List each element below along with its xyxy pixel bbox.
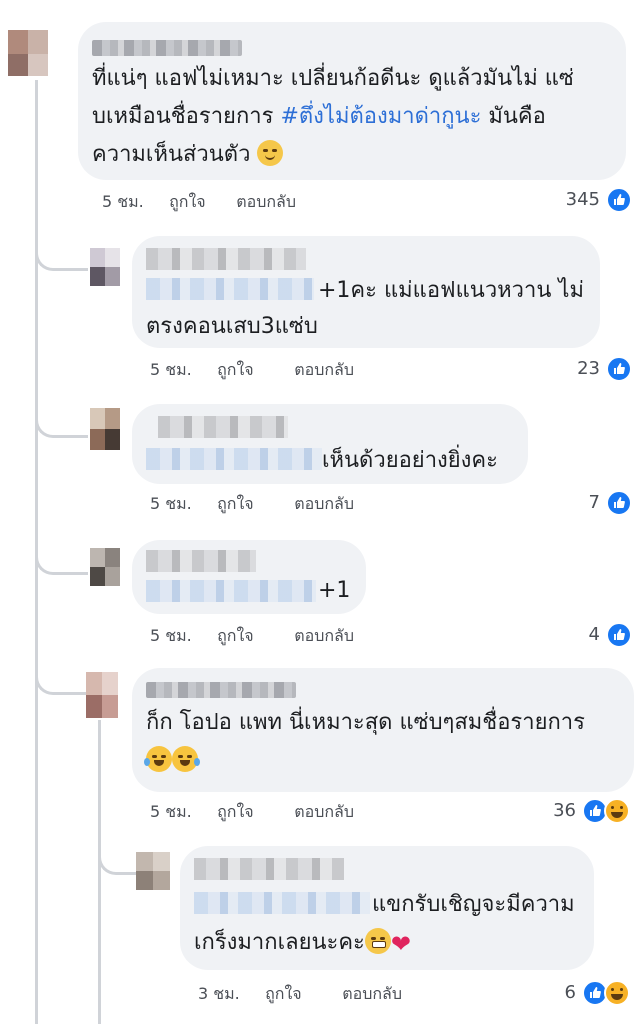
commenter-name[interactable] [194, 858, 344, 880]
commenter-name[interactable] [146, 682, 296, 698]
relieved-face-icon [257, 140, 284, 166]
like-icon [606, 187, 632, 213]
reaction-count[interactable]: 345 [566, 189, 600, 210]
reply-action[interactable]: ตอบกลับ [294, 624, 354, 649]
comment-bubble: แขกรับเชิญจะมีความ เกร็งมากเลยนะคะ ❤ [180, 846, 594, 970]
avatar[interactable] [136, 852, 170, 890]
haha-icon [604, 980, 630, 1006]
comment-text: ที่แน่ๆ แอฟไม่เหมาะ เปลี่ยนก้อดีนะ ดูแล้… [92, 66, 574, 91]
timestamp[interactable]: 5 ชม. [102, 190, 164, 215]
comment-text: ตรงคอนเสบ3แซ่บ [146, 314, 318, 339]
avatar[interactable] [90, 408, 120, 450]
comment-text: แขกรับเชิญจะมีความ [372, 892, 575, 917]
comment-bubble: +1คะ แม่แอฟแนวหวาน ไม่ ตรงคอนเสบ3แซ่บ [132, 236, 600, 348]
commenter-name[interactable] [146, 248, 306, 270]
like-icon [606, 490, 632, 516]
like-action[interactable]: ถูกใจ [265, 982, 337, 1007]
comment-meta: 5 ชม. ถูกใจ ตอบกลับ [150, 358, 354, 383]
like-action[interactable]: ถูกใจ [217, 800, 289, 825]
comment-meta: 5 ชม. ถูกใจ ตอบกลับ [102, 190, 296, 215]
avatar[interactable] [8, 30, 48, 76]
heart-icon: ❤ [390, 930, 411, 958]
comment-thread: ที่แน่ๆ แอฟไม่เหมาะ เปลี่ยนก้อดีนะ ดูแล้… [0, 0, 644, 1024]
reaction-count[interactable]: 4 [589, 624, 600, 645]
commenter-name[interactable] [158, 416, 288, 438]
like-action[interactable]: ถูกใจ [169, 190, 231, 215]
timestamp[interactable]: 5 ชม. [150, 800, 212, 825]
thread-connector-branch [98, 820, 139, 875]
mention-tag[interactable] [146, 448, 322, 470]
like-action[interactable]: ถูกใจ [217, 492, 289, 517]
timestamp[interactable]: 5 ชม. [150, 624, 212, 649]
like-action[interactable]: ถูกใจ [217, 624, 289, 649]
comment-meta: 5 ชม. ถูกใจ ตอบกลับ [150, 624, 354, 649]
reaction-count[interactable]: 7 [589, 492, 600, 513]
comment-text: +1 [318, 578, 351, 603]
comment-bubble: ที่แน่ๆ แอฟไม่เหมาะ เปลี่ยนก้อดีนะ ดูแล้… [78, 22, 626, 180]
hashtag-link[interactable]: #ตึ่งไม่ต้องมาด่ากูนะ [280, 104, 481, 129]
avatar[interactable] [86, 672, 118, 718]
timestamp[interactable]: 5 ชม. [150, 358, 212, 383]
comment-text: ก็ก โอปอ แพท นี่เหมาะสุด แซ่บๆสมชื่อรายก… [146, 710, 585, 735]
comment-meta: 5 ชม. ถูกใจ ตอบกลับ [150, 492, 354, 517]
comment-text: บเหมือนชื่อรายการ #ตึ่งไม่ต้องมาด่ากูนะ … [92, 104, 546, 129]
comment-text: ความเห็นส่วนตัว [92, 136, 284, 174]
commenter-name[interactable] [92, 40, 242, 56]
haha-icon [604, 798, 630, 824]
comment-text: เกร็งมากเลยนะคะ ❤ [194, 924, 411, 963]
reply-action[interactable]: ตอบกลับ [294, 800, 354, 825]
mention-tag[interactable] [194, 892, 370, 914]
thread-connector-branch [35, 210, 88, 271]
comment-meta: 5 ชม. ถูกใจ ตอบกลับ [150, 800, 354, 825]
like-icon [606, 356, 632, 382]
timestamp[interactable]: 5 ชม. [150, 492, 212, 517]
reply-action[interactable]: ตอบกลับ [294, 358, 354, 383]
laughing-tears-icon [172, 746, 200, 772]
thread-connector-branch [35, 380, 88, 438]
like-action[interactable]: ถูกใจ [217, 358, 289, 383]
thread-connector [98, 720, 101, 1024]
reply-action[interactable]: ตอบกลับ [342, 982, 402, 1007]
reaction-count[interactable]: 6 [565, 982, 576, 1003]
reply-action[interactable]: ตอบกลับ [236, 190, 296, 215]
mention-tag[interactable] [146, 278, 314, 300]
comment-meta: 3 ชม. ถูกใจ ตอบกลับ [198, 982, 402, 1007]
commenter-name[interactable] [146, 550, 256, 572]
comment-text [144, 742, 200, 780]
comment-bubble: ก็ก โอปอ แพท นี่เหมาะสุด แซ่บๆสมชื่อรายก… [132, 668, 634, 792]
avatar[interactable] [90, 548, 120, 586]
comment-bubble: เห็นด้วยอย่างยิ่งคะ [132, 404, 528, 484]
reaction-count[interactable]: 36 [553, 800, 576, 821]
comment-text: +1คะ แม่แอฟแนวหวาน ไม่ [318, 278, 584, 303]
thread-connector-branch [35, 520, 88, 575]
timestamp[interactable]: 3 ชม. [198, 982, 260, 1007]
thread-connector-branch [35, 650, 88, 695]
mention-tag[interactable] [146, 580, 316, 602]
comment-text: เห็นด้วยอย่างยิ่งคะ [322, 448, 498, 473]
comment-bubble: +1 [132, 540, 366, 614]
reply-action[interactable]: ตอบกลับ [294, 492, 354, 517]
grimacing-face-icon [364, 928, 391, 954]
reaction-count[interactable]: 23 [577, 358, 600, 379]
like-icon [606, 622, 632, 648]
laughing-tears-icon [144, 746, 172, 772]
avatar[interactable] [90, 248, 120, 286]
